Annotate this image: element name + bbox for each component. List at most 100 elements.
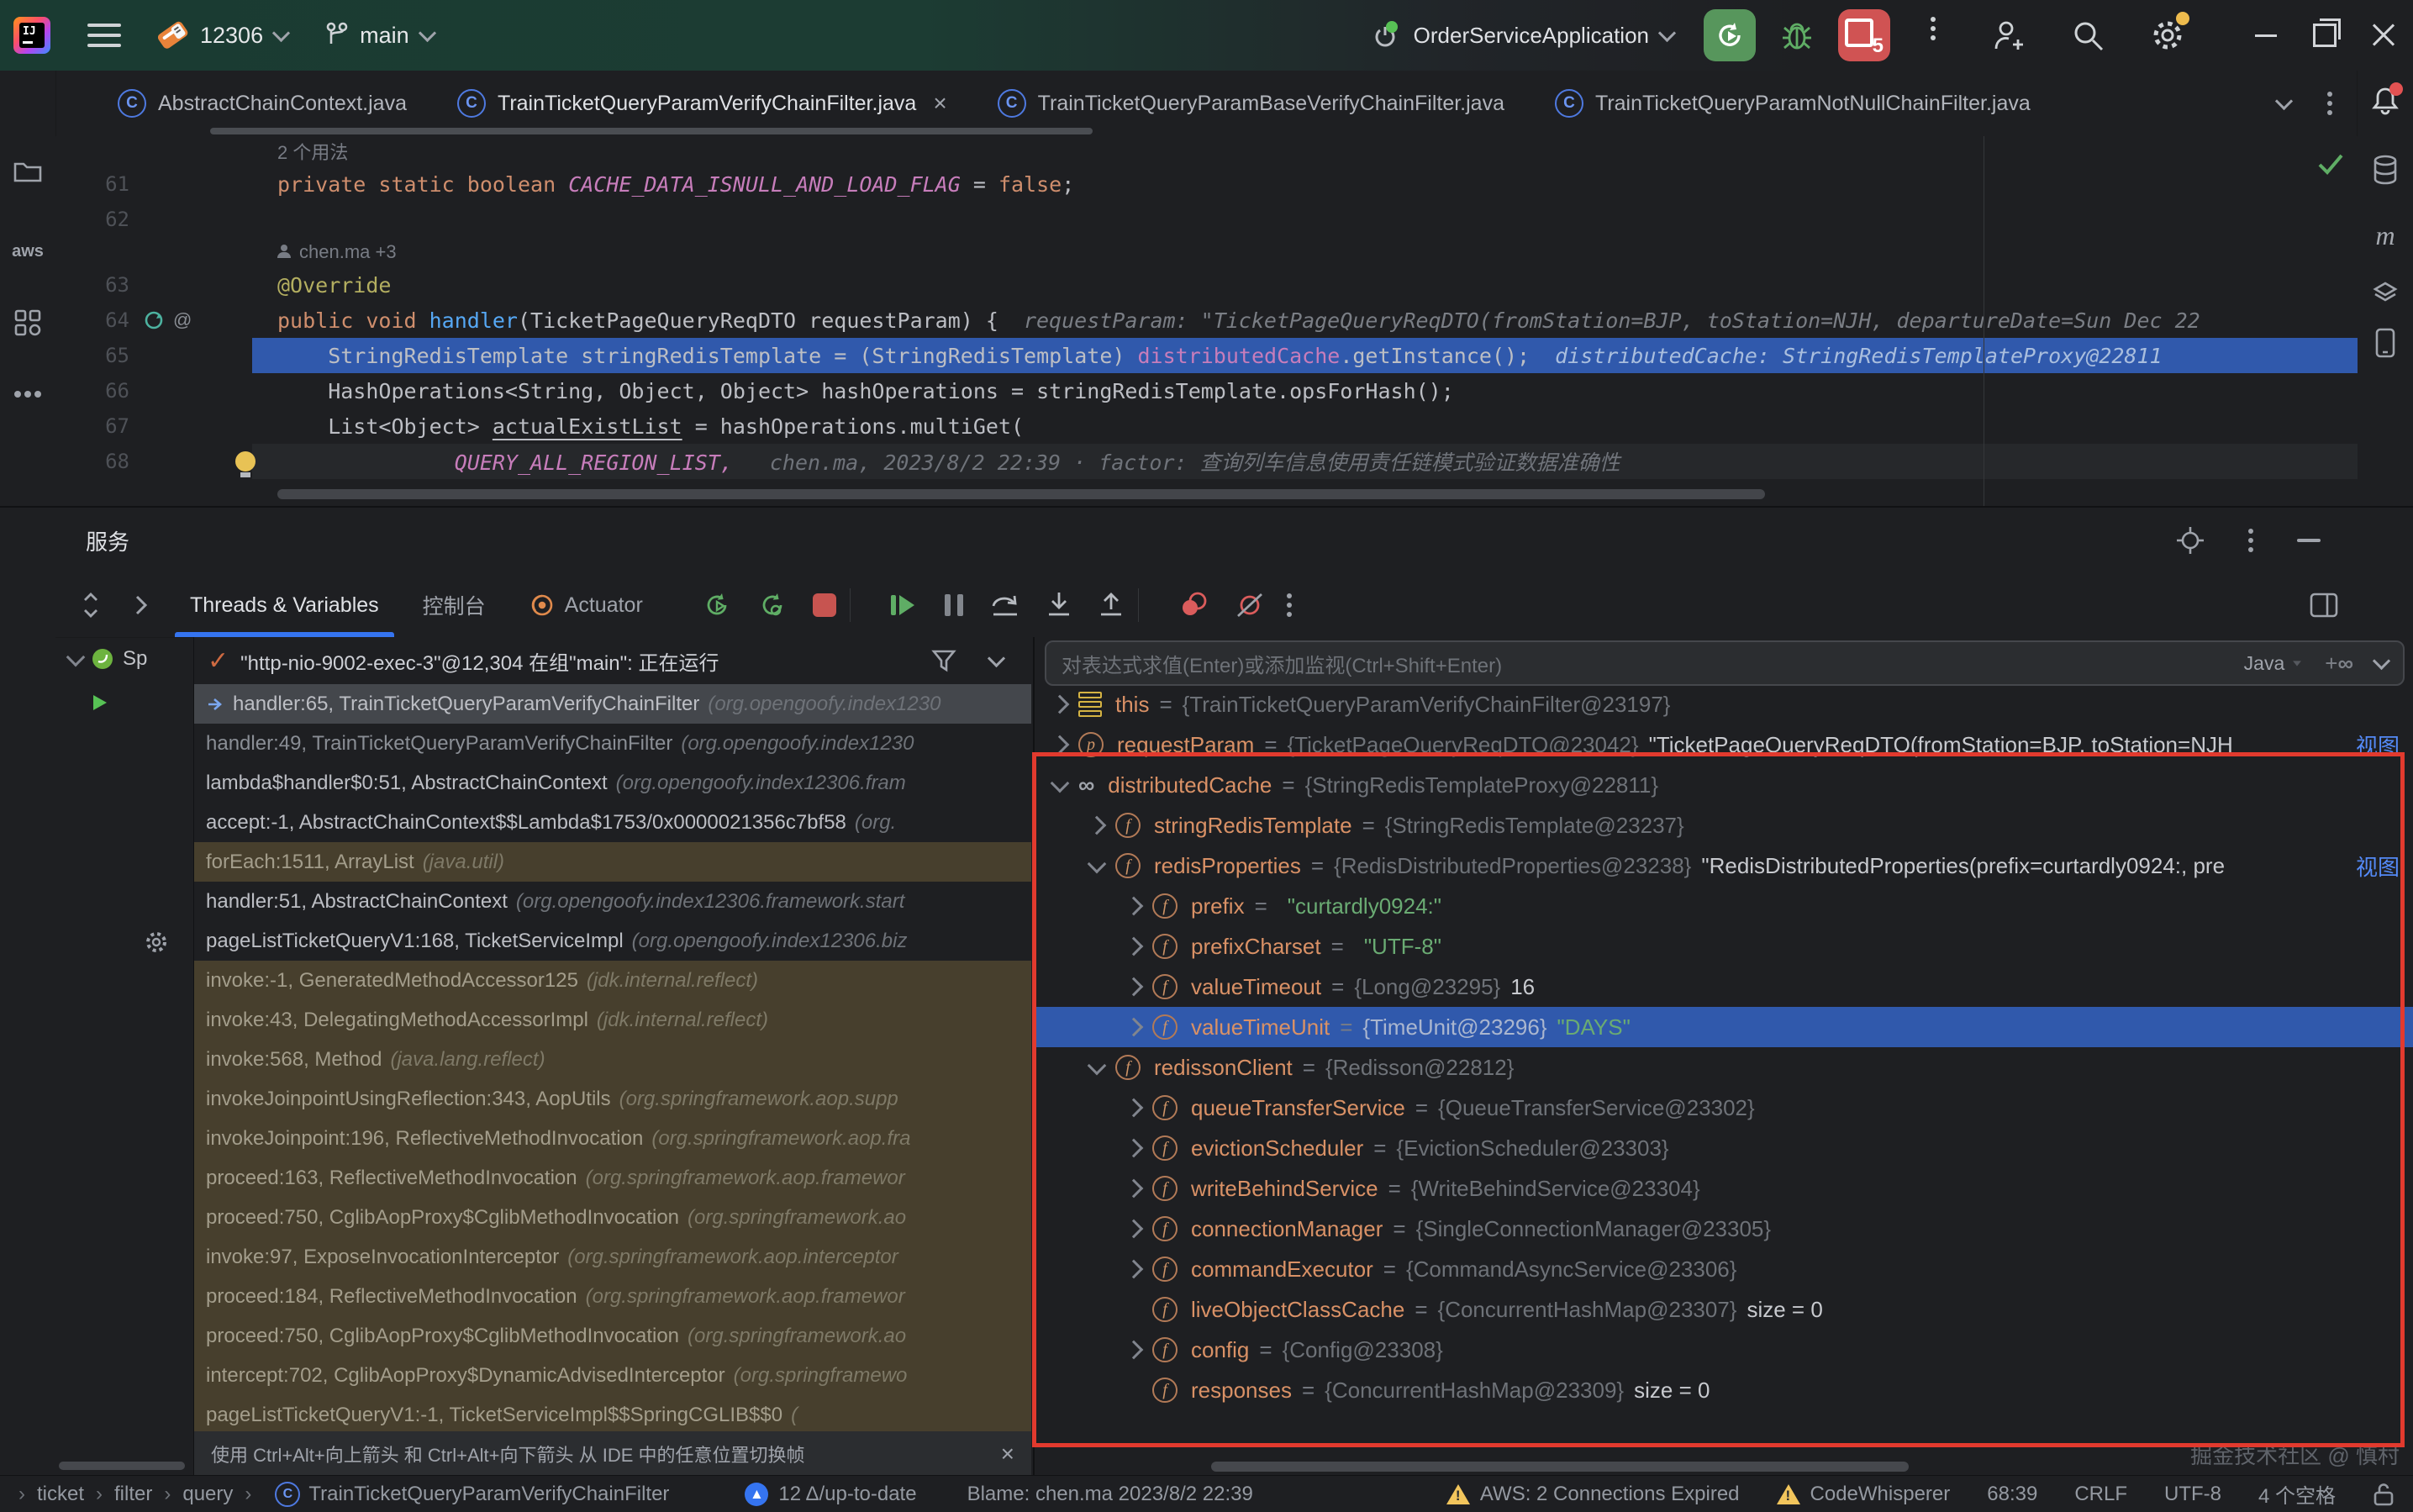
hint-close-icon[interactable]: × [1001,1441,1014,1467]
step-into-icon[interactable] [1046,591,1072,619]
view-breakpoints-icon[interactable] [1178,591,1209,619]
variable-row[interactable]: prequestParam={TicketPageQueryReqDTO@230… [1035,724,2413,765]
mute-breakpoints-icon[interactable] [1235,591,1265,619]
variable-row[interactable]: fvalueTimeout={Long@23295}16 [1035,967,2413,1007]
variable-row[interactable]: this={TrainTicketQueryParamVerifyChainFi… [1035,684,2413,724]
variable-row[interactable]: fcommandExecutor={CommandAsyncService@23… [1035,1249,2413,1289]
project-tool-icon[interactable] [0,148,55,195]
structure-tool-icon[interactable] [0,299,55,346]
tree-expander[interactable] [1115,980,1152,993]
stack-frame-row[interactable]: invoke:568, Method(java.lang.reflect) [194,1040,1031,1079]
variable-row[interactable]: fvalueTimeUnit={TimeUnit@23296}"DAYS" [1035,1007,2413,1047]
editor-hscrollbar-thumb[interactable] [277,489,1765,499]
vcs-status-widget[interactable]: ▲ 12 Δ/up-to-date [745,1483,916,1506]
branch-widget[interactable]: main [324,21,434,50]
hidden-tabs-chevron-icon[interactable] [2275,92,2293,109]
main-menu-burger-icon[interactable] [87,24,121,47]
debug-tab----[interactable]: 控制台 [401,573,508,637]
stack-frame-row[interactable]: handler:51, AbstractChainContext(org.ope… [194,882,1031,921]
tree-expander[interactable] [1078,1062,1115,1072]
caret-position-widget[interactable]: 68:39 [1987,1483,2037,1506]
tab-close-icon[interactable]: × [933,90,946,117]
variable-row[interactable]: fprefix="curtardly0924:" [1035,886,2413,926]
stack-frame-row[interactable]: proceed:184, ReflectiveMethodInvocation(… [194,1277,1031,1316]
thread-status-row[interactable]: ✓ "http-nio-9002-exec-3"@12,304 在组"main"… [194,637,1033,684]
service-gear-icon[interactable] [144,930,169,955]
gradle-tool-icon[interactable] [2358,266,2413,313]
inspections-ok-icon[interactable] [2316,151,2345,176]
thread-chevron-icon[interactable] [988,649,1005,666]
variable-row[interactable]: fconnectionManager={SingleConnectionMana… [1035,1209,2413,1249]
variable-row[interactable]: fwriteBehindService={WriteBehindService@… [1035,1168,2413,1209]
stack-frame-row[interactable]: invoke:43, DelegatingMethodAccessorImpl(… [194,1000,1031,1040]
stack-frame-row[interactable]: intercept:702, CglibAopProxy$DynamicAdvi… [194,1356,1031,1395]
stack-frame-row[interactable]: handler:65, TrainTicketQueryParamVerifyC… [194,684,1031,724]
blame-widget[interactable]: Blame: chen.ma 2023/8/2 22:39 [967,1483,1253,1506]
codewhisperer-widget[interactable]: CodeWhisperer [1777,1483,1951,1506]
tree-expander[interactable] [1041,738,1078,751]
variable-row[interactable]: fconfig={Config@23308} [1035,1330,2413,1370]
services-tree-row[interactable]: Sp [55,637,193,681]
stack-frame-row[interactable]: proceed:750, CglibAopProxy$CglibMethodIn… [194,1316,1031,1356]
notifications-bell-icon[interactable] [2358,77,2413,124]
stop-process-icon[interactable] [813,593,836,617]
breadcrumb-item[interactable]: query [182,1483,233,1506]
stack-frame-row[interactable]: accept:-1, AbstractChainContext$$Lambda$… [194,803,1031,842]
step-over-icon[interactable] [990,591,1020,619]
stack-frame-row[interactable]: forEach:1511, ArrayList(java.util) [194,842,1031,882]
window-restore-button[interactable] [2295,0,2354,71]
stack-frame-row[interactable]: pageListTicketQueryV1:-1, TicketServiceI… [194,1395,1031,1431]
author-inlay-label[interactable]: chen.ma +3 [299,241,397,262]
hide-panel-icon[interactable] [2297,538,2321,543]
editor-tab[interactable]: CTrainTicketQueryParamBaseVerifyChainFil… [972,71,1530,136]
breadcrumb-item[interactable]: ticket [37,1483,84,1506]
resume-program-icon[interactable] [889,592,918,619]
tree-expander[interactable] [1115,1141,1152,1155]
tab-options-kebab-icon[interactable] [2327,92,2332,97]
services-tree-row[interactable] [55,681,193,724]
panel-options-kebab-icon[interactable] [2248,529,2253,534]
chevron-right-icon[interactable] [134,594,148,616]
stack-frame-row[interactable]: invoke:-1, GeneratedMethodAccessor125(jd… [194,961,1031,1000]
variable-row[interactable]: fredisProperties={RedisDistributedProper… [1035,846,2413,886]
tree-expander[interactable] [1115,1303,1152,1316]
stop-button[interactable]: 5 [1838,9,1890,61]
tree-expander[interactable] [1115,1222,1152,1235]
breadcrumb-class[interactable]: C TrainTicketQueryParamVerifyChainFilter [275,1482,669,1507]
watches-chevron-icon[interactable] [2373,651,2390,669]
stack-frame-row[interactable]: proceed:750, CglibAopProxy$CglibMethodIn… [194,1198,1031,1237]
debug-tab-threads---variables[interactable]: Threads & Variables [168,573,401,637]
project-widget[interactable]: 12306 [158,23,287,49]
variable-row[interactable]: fevictionScheduler={EvictionScheduler@23… [1035,1128,2413,1168]
settings-button[interactable] [2149,17,2186,54]
filter-funnel-icon[interactable] [931,648,956,673]
tree-expander[interactable] [1078,861,1115,871]
window-minimize-button[interactable] [2237,0,2295,71]
services-scrollbar-thumb[interactable] [59,1462,185,1470]
window-close-button[interactable] [2354,0,2413,71]
variable-row[interactable]: ∞distributedCache={StringRedisTemplatePr… [1035,765,2413,805]
lock-widget[interactable] [2373,1482,2395,1507]
indent-widget[interactable]: 4 个空格 [2258,1479,2336,1509]
tree-expander[interactable] [1115,1343,1152,1357]
tree-expander[interactable] [1115,1383,1152,1397]
tree-expander[interactable] [1115,1020,1152,1034]
variable-row[interactable]: fqueueTransferService={QueueTransferServ… [1035,1088,2413,1128]
editor-tab[interactable]: CTrainTicketQueryParamVerifyChainFilter.… [432,71,972,136]
tabbar-scrollbar-thumb[interactable] [210,128,1093,134]
debug-button[interactable] [1779,18,1815,53]
aws-status-widget[interactable]: AWS: 2 Connections Expired [1446,1483,1740,1506]
evaluate-input[interactable]: 对表达式求值(Enter)或添加监视(Ctrl+Shift+Enter) Jav… [1045,640,2405,686]
rerun-button[interactable] [1704,9,1756,61]
maven-tool-icon[interactable]: m [2358,212,2413,259]
code-editor[interactable]: 2 个用法61private static boolean CACHE_DATA… [55,136,2358,506]
editor-tab[interactable]: CTrainTicketQueryParamNotNullChainFilter… [1530,71,2056,136]
tree-expander[interactable] [1078,819,1115,832]
debug-tab-actuator[interactable]: Actuator [508,573,665,637]
run-config-selector[interactable]: OrderServiceApplication [1368,18,1673,52]
tree-expander[interactable] [1115,1182,1152,1195]
step-out-icon[interactable] [1098,591,1125,619]
stack-frame-row[interactable]: invokeJoinpointUsingReflection:343, AopU… [194,1079,1031,1119]
tree-expander[interactable] [1115,1101,1152,1114]
stack-frame-row[interactable]: pageListTicketQueryV1:168, TicketService… [194,921,1031,961]
